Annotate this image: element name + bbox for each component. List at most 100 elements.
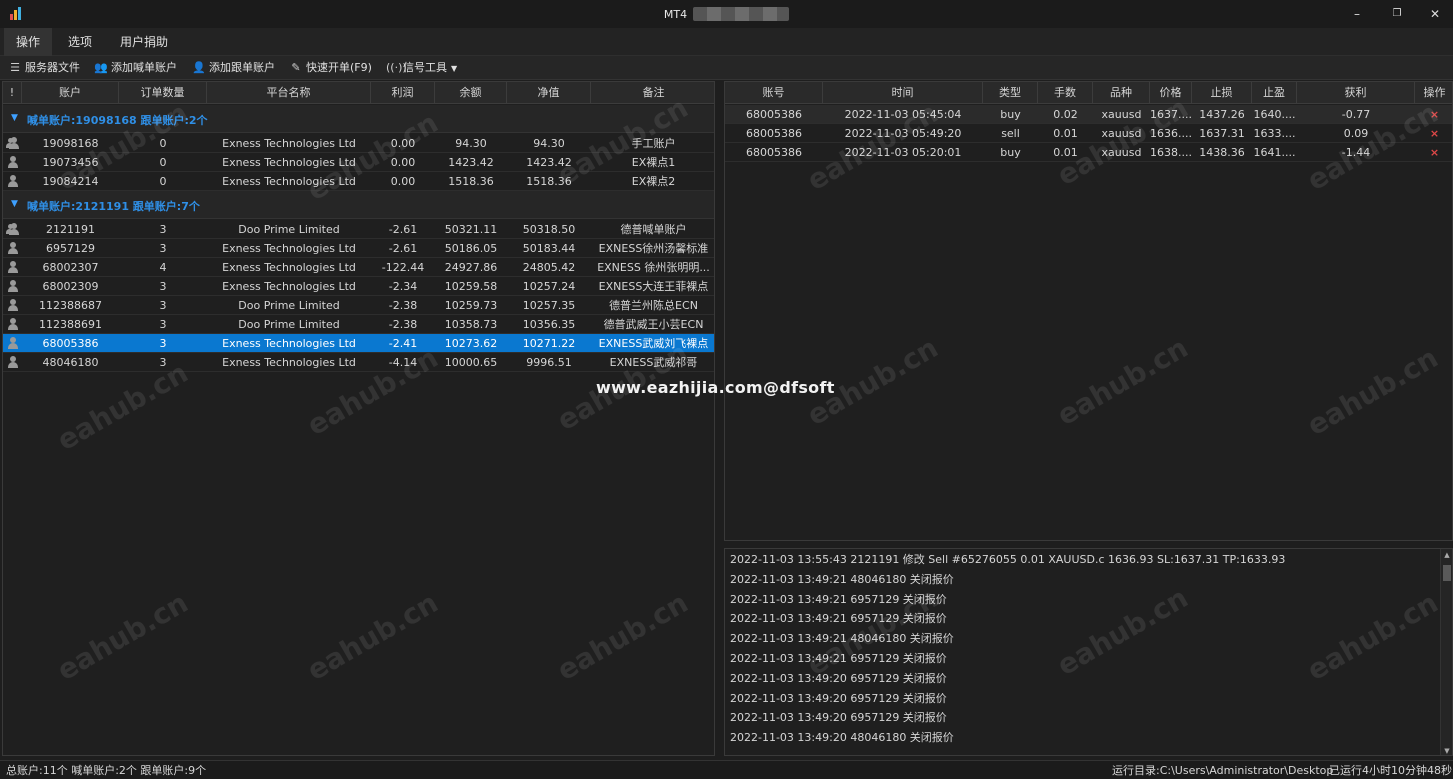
order-cell-profit: 0.09 (1343, 127, 1369, 140)
account-cell-profit: -2.61 (388, 223, 418, 236)
user-icon (7, 337, 19, 349)
account-cell-profit: -2.41 (388, 337, 418, 350)
menu-bar: 操作 选项 用户捐助 (0, 28, 1453, 56)
order-cell-type: buy (1000, 146, 1021, 159)
log-panel[interactable]: 2022-11-03 13:55:43 2121191 修改 Sell #652… (724, 548, 1453, 756)
order-cell-time: 2022-11-03 05:45:04 (844, 108, 962, 121)
col-order-action[interactable]: 操作 (1415, 82, 1452, 104)
user-icon (7, 156, 19, 168)
account-row[interactable]: 68002307 4 Exness Technologies Ltd -122.44 2… (3, 258, 714, 277)
col-platform[interactable]: 平台名称 (207, 82, 371, 104)
account-cell-account: 68002309 (42, 280, 99, 293)
account-group-header[interactable]: ▼ 喊单账户:2121191 跟单账户:7个 (3, 191, 714, 219)
chevron-down-icon[interactable]: ▼ (11, 113, 18, 123)
account-row[interactable]: 19084214 0 Exness Technologies Ltd 0.00 1518… (3, 172, 714, 191)
quick-order-label: 快速开单(F9) (306, 61, 372, 74)
user-icon (7, 356, 19, 368)
order-cell-profit: -1.44 (1341, 146, 1371, 159)
account-row[interactable]: 6957129 3 Exness Technologies Ltd -2.61 5018… (3, 239, 714, 258)
col-note[interactable]: 备注 (591, 82, 714, 104)
col-order-time[interactable]: 时间 (823, 82, 983, 104)
account-cell-equity: 24805.42 (522, 261, 576, 274)
chevron-down-icon[interactable]: ▼ (11, 199, 18, 209)
account-cell-platform: Exness Technologies Ltd (222, 156, 356, 169)
restore-button[interactable]: ❐ (1382, 5, 1412, 23)
account-cell-note: 手工账户 (631, 137, 676, 150)
account-cell-note: 德普喊单账户 (620, 223, 687, 236)
account-cell-account: 2121191 (46, 223, 95, 236)
account-row[interactable]: 19098168 0 Exness Technologies Ltd 0.00 94.3… (3, 134, 714, 153)
server-file-button[interactable]: ☰ 服务器文件 (8, 56, 80, 80)
close-order-icon[interactable]: × (1415, 105, 1452, 124)
log-entry: 2022-11-03 13:49:20 48046180 关闭报价 (730, 731, 954, 745)
account-cell-orders: 0 (159, 175, 167, 188)
col-profit[interactable]: 利润 (371, 82, 435, 104)
add-master-button[interactable]: 👥 添加喊单账户 (94, 56, 177, 80)
minimize-button[interactable]: – (1342, 5, 1372, 23)
account-cell-account: 19084214 (42, 175, 99, 188)
account-group-header[interactable]: ▼ 喊单账户:19098168 跟单账户:2个 (3, 105, 714, 133)
window-title-wrap: MT4 (0, 7, 1453, 21)
account-cell-profit: -122.44 (381, 261, 425, 274)
col-balance[interactable]: 余额 (435, 82, 507, 104)
account-row[interactable]: 48046180 3 Exness Technologies Ltd -4.14 100… (3, 353, 714, 372)
col-order-tp[interactable]: 止盈 (1252, 82, 1297, 104)
account-row[interactable]: 2121191 3 Doo Prime Limited -2.61 50321.11 50… (3, 220, 714, 239)
account-cell-note: 德普武威王小芸ECN (603, 318, 704, 331)
menu-operations[interactable]: 操作 (4, 28, 52, 56)
col-order-lots[interactable]: 手数 (1038, 82, 1093, 104)
col-account[interactable]: 账户 (22, 82, 119, 104)
account-cell-equity: 10257.35 (522, 299, 576, 312)
account-row[interactable]: 68005386 3 Exness Technologies Ltd -2.41 102… (3, 334, 714, 353)
col-order-sl[interactable]: 止损 (1192, 82, 1252, 104)
account-group-label: 喊单账户:19098168 跟单账户:2个 (27, 114, 208, 127)
col-order-profit[interactable]: 获利 (1297, 82, 1415, 104)
account-cell-equity: 50318.50 (522, 223, 576, 236)
order-cell-account: 68005386 (746, 108, 802, 121)
signal-tools-dropdown[interactable]: ((·))信号工具 ▼ (386, 56, 457, 80)
order-row[interactable]: 68005386 2022-11-03 05:20:01 buy 0.01 xauusd… (725, 143, 1452, 162)
col-order-symbol[interactable]: 品种 (1093, 82, 1150, 104)
menu-donate[interactable]: 用户捐助 (112, 28, 176, 56)
order-cell-profit: -0.77 (1341, 108, 1371, 121)
user-icon (7, 318, 19, 330)
account-cell-platform: Exness Technologies Ltd (222, 337, 356, 350)
close-button[interactable]: ✕ (1420, 5, 1450, 23)
order-cell-account: 68005386 (746, 127, 802, 140)
col-orders[interactable]: 订单数量 (119, 82, 207, 104)
order-row[interactable]: 68005386 2022-11-03 05:45:04 buy 0.02 xauusd… (725, 105, 1452, 124)
col-order-type[interactable]: 类型 (983, 82, 1038, 104)
account-cell-balance: 10000.65 (444, 356, 498, 369)
menu-options[interactable]: 选项 (58, 28, 102, 56)
close-order-icon[interactable]: × (1415, 124, 1452, 143)
order-cell-price: 1637.... (1150, 108, 1192, 121)
col-alert[interactable]: ! (3, 82, 22, 104)
log-entry: 2022-11-03 13:49:21 48046180 关闭报价 (730, 632, 954, 646)
account-row[interactable]: 19073456 0 Exness Technologies Ltd 0.00 1423… (3, 153, 714, 172)
account-cell-profit: 0.00 (390, 175, 416, 188)
account-row[interactable]: 112388687 3 Doo Prime Limited -2.38 10259.73… (3, 296, 714, 315)
scroll-up-icon[interactable]: ▲ (1441, 551, 1452, 559)
user-icon (7, 242, 19, 254)
add-master-label: 添加喊单账户 (111, 61, 177, 74)
account-cell-profit: -2.61 (388, 242, 418, 255)
log-entry: 2022-11-03 13:49:21 6957129 关闭报价 (730, 652, 947, 665)
account-row[interactable]: 112388691 3 Doo Prime Limited -2.38 10358.73… (3, 315, 714, 334)
col-order-price[interactable]: 价格 (1150, 82, 1192, 104)
quick-order-button[interactable]: ✎ 快速开单(F9) (289, 56, 372, 80)
log-scrollbar[interactable]: ▲ ▼ (1440, 549, 1452, 755)
scroll-thumb[interactable] (1443, 565, 1451, 581)
account-cell-note: EX裸点1 (631, 156, 676, 169)
add-follower-button[interactable]: 👤 添加跟单账户 (192, 56, 275, 80)
col-equity[interactable]: 净值 (507, 82, 591, 104)
account-cell-balance: 10358.73 (444, 318, 498, 331)
close-order-icon[interactable]: × (1415, 143, 1452, 162)
col-order-account[interactable]: 账号 (725, 82, 823, 104)
account-cell-profit: -4.14 (388, 356, 418, 369)
order-cell-tp: 1641.... (1253, 146, 1296, 159)
account-cell-platform: Exness Technologies Ltd (222, 356, 356, 369)
order-cell-tp: 1640.... (1253, 108, 1296, 121)
order-row[interactable]: 68005386 2022-11-03 05:49:20 sell 0.01 xauus… (725, 124, 1452, 143)
account-row[interactable]: 68002309 3 Exness Technologies Ltd -2.34 102… (3, 277, 714, 296)
scroll-down-icon[interactable]: ▼ (1441, 747, 1452, 755)
